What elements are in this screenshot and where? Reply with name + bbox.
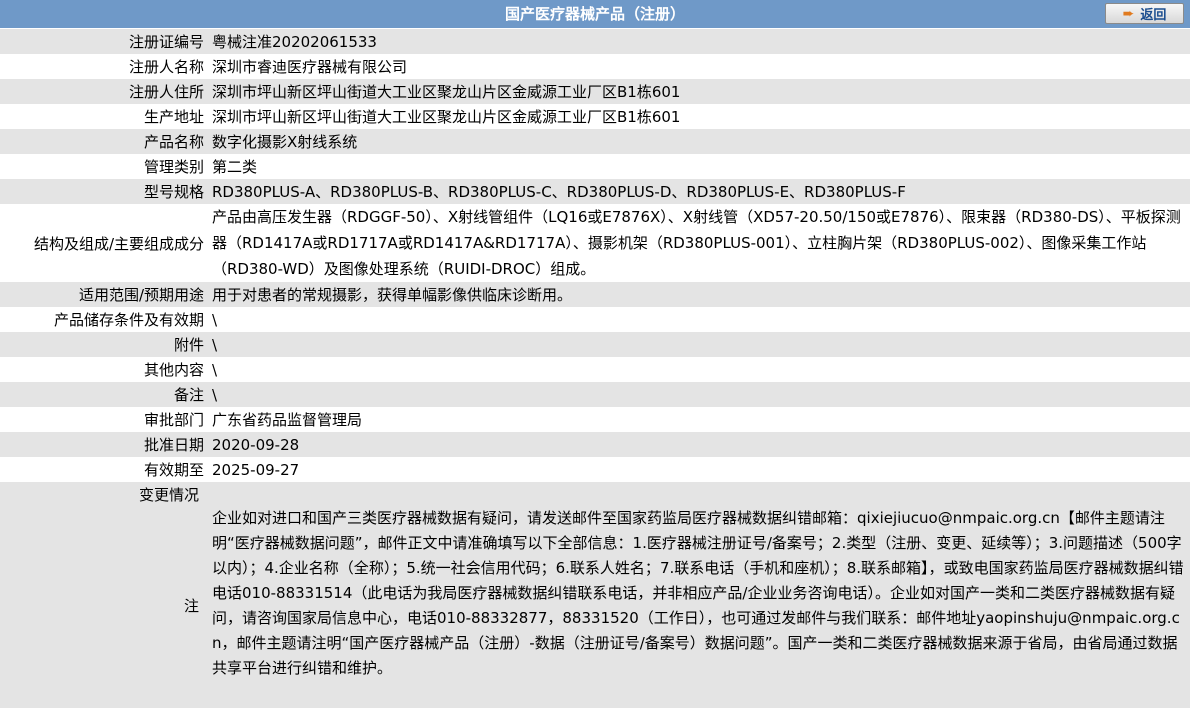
table-row: 注册人名称 深圳市睿迪医疗器械有限公司 bbox=[0, 54, 1190, 79]
field-value: 用于对患者的常规摄影，获得单幅影像供临床诊断用。 bbox=[212, 286, 573, 304]
back-button[interactable]: ➨ 返回 bbox=[1105, 3, 1184, 24]
table-row: 结构及组成/主要组成成分 产品由高压发生器（RDGGF-50）、X射线管组件（L… bbox=[0, 204, 1190, 282]
field-label: 注册人住所 bbox=[128, 83, 204, 101]
field-value: RD380PLUS-A、RD380PLUS-B、RD380PLUS-C、RD38… bbox=[212, 183, 906, 201]
field-label: 产品储存条件及有效期 bbox=[53, 311, 204, 329]
field-value: \ bbox=[212, 385, 218, 404]
arrow-right-icon: ➨ bbox=[1122, 5, 1135, 22]
note-label: 注 bbox=[183, 597, 199, 615]
table-row: 产品名称 数字化摄影X射线系统 bbox=[0, 129, 1190, 154]
field-label: 适用范围/预期用途 bbox=[78, 286, 204, 304]
field-label: 批准日期 bbox=[143, 436, 204, 454]
field-value: 粤械注准20202061533 bbox=[212, 33, 377, 51]
field-label: 产品名称 bbox=[143, 133, 204, 151]
back-button-label: 返回 bbox=[1140, 8, 1167, 23]
field-label: 有效期至 bbox=[143, 461, 204, 479]
table-row: 注册人住所 深圳市坪山新区坪山街道大工业区聚龙山片区金威源工业厂区B1栋601 bbox=[0, 79, 1190, 104]
field-value: 数字化摄影X射线系统 bbox=[212, 133, 358, 151]
table-row: 备注 \ bbox=[0, 382, 1190, 407]
field-label: 其他内容 bbox=[143, 361, 204, 379]
note-cell: 企业如对进口和国产三类医疗器械数据有疑问，请发送邮件至国家药监局医疗器械数据纠错… bbox=[209, 482, 1190, 708]
field-value: 深圳市坪山新区坪山街道大工业区聚龙山片区金威源工业厂区B1栋601 bbox=[212, 83, 681, 101]
field-value: 深圳市坪山新区坪山街道大工业区聚龙山片区金威源工业厂区B1栋601 bbox=[212, 108, 681, 126]
field-value: \ bbox=[212, 310, 218, 329]
page-header: 国产医疗器械产品（注册） ➨ 返回 bbox=[0, 0, 1190, 29]
table-row: 批准日期 2020-09-28 bbox=[0, 432, 1190, 457]
field-value: \ bbox=[212, 335, 218, 354]
field-label: 管理类别 bbox=[143, 158, 204, 176]
field-label: 变更情况 bbox=[138, 486, 199, 504]
page-title: 国产医疗器械产品（注册） bbox=[504, 5, 685, 23]
detail-table: 注册证编号 粤械注准20202061533 注册人名称 深圳市睿迪医疗器械有限公… bbox=[0, 29, 1190, 708]
field-value: \ bbox=[212, 360, 218, 379]
field-label: 结构及组成/主要组成成分 bbox=[33, 234, 204, 253]
table-row: 型号规格 RD380PLUS-A、RD380PLUS-B、RD380PLUS-C… bbox=[0, 179, 1190, 204]
note-text: 企业如对进口和国产三类医疗器械数据有疑问，请发送邮件至国家药监局医疗器械数据纠错… bbox=[212, 509, 1184, 677]
table-row: 有效期至 2025-09-27 bbox=[0, 457, 1190, 482]
table-row: 适用范围/预期用途 用于对患者的常规摄影，获得单幅影像供临床诊断用。 bbox=[0, 282, 1190, 307]
table-row: 管理类别 第二类 bbox=[0, 154, 1190, 179]
field-label: 型号规格 bbox=[143, 183, 204, 201]
note-label-cell: 变更情况 注 bbox=[0, 482, 209, 708]
table-row: 注册证编号 粤械注准20202061533 bbox=[0, 29, 1190, 54]
table-row: 审批部门 广东省药品监督管理局 bbox=[0, 407, 1190, 432]
field-label: 生产地址 bbox=[143, 108, 204, 126]
page: 国产医疗器械产品（注册） ➨ 返回 注册证编号 粤械注准20202061533 … bbox=[0, 0, 1190, 708]
field-label: 备注 bbox=[173, 386, 204, 404]
field-label: 注册证编号 bbox=[128, 33, 204, 51]
table-row: 附件 \ bbox=[0, 332, 1190, 357]
table-row: 其他内容 \ bbox=[0, 357, 1190, 382]
field-label: 注册人名称 bbox=[128, 58, 204, 76]
field-value: 广东省药品监督管理局 bbox=[212, 411, 363, 429]
field-value: 2020-09-28 bbox=[212, 435, 300, 454]
field-value: 深圳市睿迪医疗器械有限公司 bbox=[212, 58, 408, 76]
field-value: 2025-09-27 bbox=[212, 460, 300, 479]
table-row: 产品储存条件及有效期 \ bbox=[0, 307, 1190, 332]
field-label: 附件 bbox=[173, 336, 204, 354]
table-row: 生产地址 深圳市坪山新区坪山街道大工业区聚龙山片区金威源工业厂区B1栋601 bbox=[0, 104, 1190, 129]
table-row: 变更情况 注 企业如对进口和国产三类医疗器械数据有疑问，请发送邮件至国家药监局医… bbox=[0, 482, 1190, 708]
field-value: 第二类 bbox=[212, 158, 258, 176]
field-value: 产品由高压发生器（RDGGF-50）、X射线管组件（LQ16或E7876X）、X… bbox=[212, 208, 1181, 278]
field-label: 审批部门 bbox=[143, 411, 204, 429]
